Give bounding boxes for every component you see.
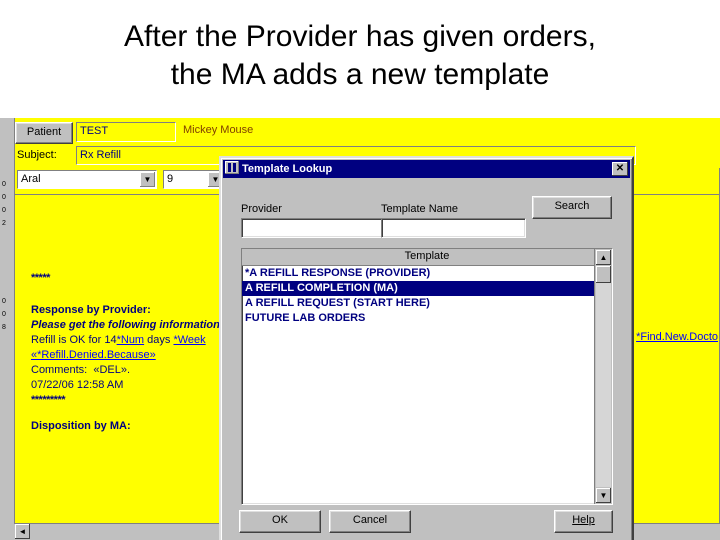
dialog-title: Template Lookup <box>242 163 333 175</box>
ok-button[interactable]: OK <box>239 510 321 533</box>
template-lookup-dialog: Template Lookup ✕ Provider Template Name… <box>219 156 634 540</box>
search-button[interactable]: Search <box>532 196 612 219</box>
list-item[interactable]: *A REFILL RESPONSE (PROVIDER) <box>242 266 595 281</box>
scroll-left-icon[interactable]: ◄ <box>15 524 30 539</box>
slide-title: After the Provider has given orders, the… <box>0 18 720 94</box>
note-comments-line: Comments: «DEL». <box>31 364 131 376</box>
note-refill-line: Refill is OK for 14*Num days *Week <box>31 334 206 346</box>
left-margin-strip: 0002 008 <box>0 118 15 540</box>
note-info-line: Please get the following information: <box>31 319 224 331</box>
note-stars-bottom: ********* <box>31 394 66 406</box>
slide-title-line-1: After the Provider has given orders, <box>124 20 596 53</box>
window-icon <box>225 161 239 174</box>
font-name-combo[interactable]: Aral ▼ <box>17 170 157 189</box>
slide-title-line-2: the MA adds a new template <box>170 58 550 91</box>
list-item[interactable]: A REFILL REQUEST (START HERE) <box>242 296 595 311</box>
template-list-items[interactable]: *A REFILL RESPONSE (PROVIDER) A REFILL C… <box>242 266 595 504</box>
font-size-combo[interactable]: 9 ▼ <box>163 170 225 189</box>
note-week-tag[interactable]: *Week <box>173 334 205 346</box>
list-vertical-scrollbar[interactable]: ▲ ▼ <box>594 249 612 504</box>
patient-name-label: Mickey Mouse <box>183 124 254 136</box>
patient-button[interactable]: Patient <box>15 122 73 144</box>
close-icon[interactable]: ✕ <box>612 162 628 176</box>
font-size-value: 9 <box>167 173 174 185</box>
list-item[interactable]: A REFILL COMPLETION (MA) <box>242 281 595 296</box>
cancel-button[interactable]: Cancel <box>329 510 411 533</box>
provider-input[interactable] <box>241 218 386 238</box>
list-item[interactable]: FUTURE LAB ORDERS <box>242 311 595 326</box>
note-refill-denied-tag[interactable]: «*Refill.Denied.Because» <box>31 349 156 361</box>
provider-label: Provider <box>241 203 282 215</box>
chevron-down-icon[interactable]: ▼ <box>140 172 155 187</box>
subject-label: Subject: <box>17 149 57 161</box>
template-name-label: Template Name <box>381 203 459 215</box>
note-date: 07/22/06 12:58 AM <box>31 379 124 391</box>
note-refill-text-a: Refill is OK for 14 <box>31 334 117 346</box>
note-response-heading: Response by Provider: <box>31 304 151 316</box>
dialog-titlebar[interactable]: Template Lookup ✕ <box>223 160 630 178</box>
template-name-input[interactable] <box>381 218 526 238</box>
scroll-up-icon[interactable]: ▲ <box>596 250 611 265</box>
left-margin-marks: 0002 008 <box>2 181 6 331</box>
help-button-label: Help <box>572 514 595 526</box>
template-listbox[interactable]: Template *A REFILL RESPONSE (PROVIDER) A… <box>241 248 613 505</box>
note-refill-text-b: days <box>144 334 174 346</box>
font-name-value: Aral <box>21 173 41 185</box>
note-del-tag[interactable]: «DEL» <box>93 364 127 376</box>
help-button[interactable]: Help <box>554 510 613 533</box>
note-disposition-heading: Disposition by MA: <box>31 420 131 432</box>
patient-toolbar-row: Patient TEST Mickey Mouse <box>15 122 720 144</box>
note-num-tag[interactable]: *Num <box>117 334 145 346</box>
patient-id-field[interactable]: TEST <box>76 122 176 142</box>
scroll-down-icon[interactable]: ▼ <box>596 488 611 503</box>
note-stars-top: ***** <box>31 272 50 284</box>
note-comments-label: Comments: <box>31 364 88 376</box>
note-find-new-doctor-tag[interactable]: *Find.New.Docto <box>636 331 718 343</box>
application-screenshot: 0002 008 Patient TEST Mickey Mouse Subje… <box>0 118 720 540</box>
scrollbar-track[interactable] <box>596 283 611 487</box>
template-list-header: Template <box>242 249 612 266</box>
scrollbar-thumb[interactable] <box>596 266 611 283</box>
